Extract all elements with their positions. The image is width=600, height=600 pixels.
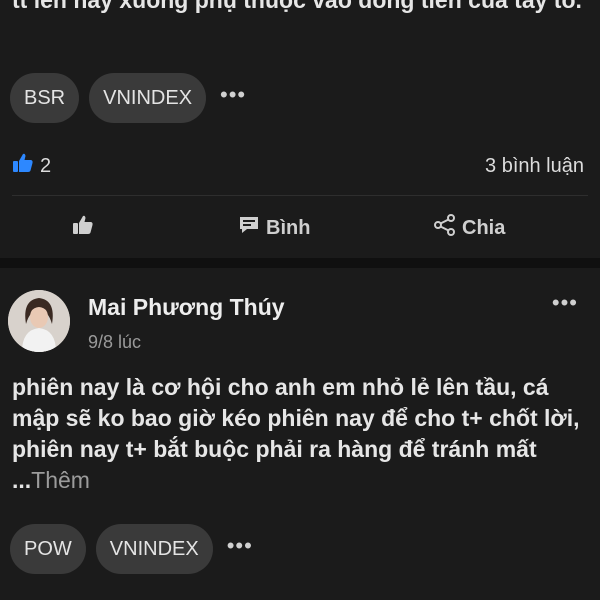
action-bar: Bình Chia: [0, 210, 600, 246]
see-more-link[interactable]: Thêm: [31, 467, 90, 493]
tag-chip-pow[interactable]: POW: [10, 524, 86, 574]
more-tags-icon[interactable]: •••: [223, 533, 253, 559]
comment-count[interactable]: 3 bình luận: [485, 155, 584, 178]
post-timestamp: 9/8 lúc: [88, 332, 142, 352]
share-button[interactable]: Chia: [434, 214, 505, 242]
post-menu-icon[interactable]: •••: [552, 290, 578, 316]
comment-label: Bình: [266, 216, 311, 239]
tag-chip-vnindex[interactable]: VNINDEX: [89, 73, 207, 123]
divider: [12, 195, 588, 196]
thumbs-up-icon: [12, 153, 34, 179]
comment-button[interactable]: Bình: [238, 215, 310, 241]
like-button[interactable]: [72, 215, 100, 241]
like-count: 2: [40, 154, 52, 177]
tag-chip-bsr[interactable]: BSR: [10, 73, 80, 123]
author-name[interactable]: Mai Phương Thúy: [88, 294, 285, 321]
share-icon: [434, 214, 456, 242]
post-tags: POW VNINDEX •••: [10, 524, 253, 574]
avatar[interactable]: [8, 290, 70, 352]
tag-chip-vnindex[interactable]: VNINDEX: [95, 524, 213, 574]
like-summary[interactable]: 2: [12, 153, 51, 179]
thumbs-up-icon: [72, 215, 94, 241]
post-tags: BSR VNINDEX •••: [10, 73, 246, 123]
share-label: Chia: [462, 216, 506, 239]
post-text: phiên nay là cơ hội cho anh em nhỏ lẻ lê…: [12, 374, 580, 493]
more-tags-icon[interactable]: •••: [216, 82, 246, 108]
post-stats: 2 3 bình luận: [12, 150, 584, 182]
post-body-text: tt lên hay xuống phụ thuộc vào dòng tiền…: [12, 0, 582, 13]
comment-icon: [238, 215, 260, 241]
post-card-2: Mai Phương Thúy 9/8 lúc ••• phiên nay là…: [0, 268, 600, 600]
post-card-1: tt lên hay xuống phụ thuộc vào dòng tiền…: [0, 0, 600, 258]
post-body-text: phiên nay là cơ hội cho anh em nhỏ lẻ lê…: [12, 372, 587, 496]
